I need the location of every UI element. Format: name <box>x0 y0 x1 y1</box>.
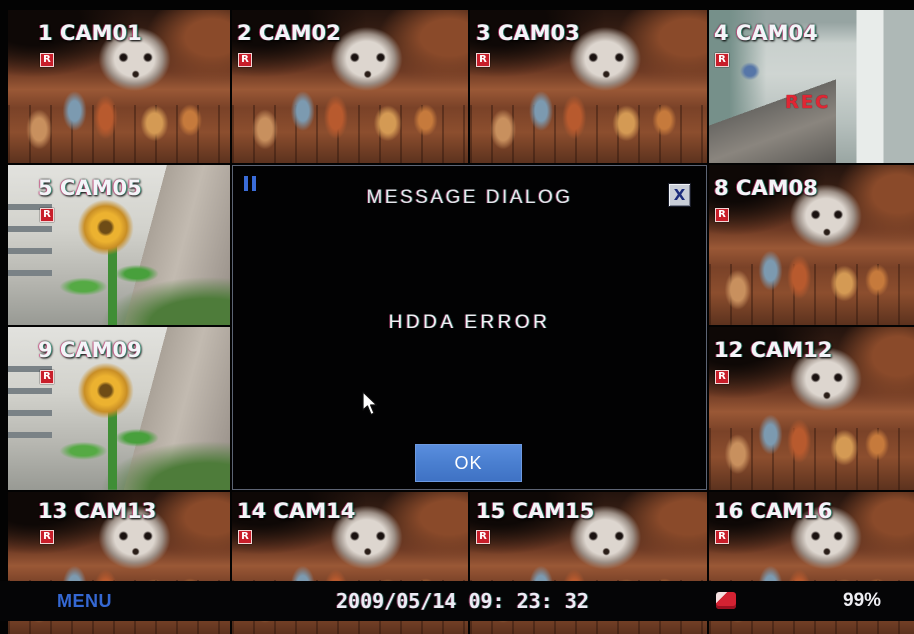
hdd-icon <box>716 592 736 609</box>
status-bar: MENU 2009/05/14 09: 23: 32 99% <box>0 581 914 621</box>
camera-tile-2[interactable]: 2 CAM02 R <box>232 10 468 163</box>
record-badge: R <box>40 208 54 222</box>
record-badge: R <box>715 53 729 67</box>
record-badge: R <box>40 370 54 384</box>
camera-label: 13 CAM13 <box>38 499 157 523</box>
camera-label: 2 CAM02 <box>237 21 341 45</box>
record-badge: R <box>238 53 252 67</box>
camera-label: 9 CAM09 <box>38 338 142 362</box>
camera-label: 14 CAM14 <box>237 499 356 523</box>
camera-tile-4[interactable]: 4 CAM04 R REC <box>709 10 914 163</box>
camera-label: 16 CAM16 <box>714 499 833 523</box>
close-button[interactable]: X <box>668 183 691 207</box>
record-badge: R <box>715 530 729 544</box>
record-badge: R <box>476 53 490 67</box>
camera-label: 8 CAM08 <box>714 176 818 200</box>
camera-tile-3[interactable]: 3 CAM03 R <box>470 10 707 163</box>
camera-tile-5[interactable]: 5 CAM05 R <box>8 165 230 325</box>
record-badge: R <box>40 53 54 67</box>
record-badge: R <box>715 208 729 222</box>
message-dialog: MESSAGE DIALOG X HDDA ERROR OK <box>232 165 707 490</box>
record-badge: R <box>715 370 729 384</box>
camera-label: 15 CAM15 <box>476 499 595 523</box>
ok-button[interactable]: OK <box>415 444 522 482</box>
camera-tile-12[interactable]: 12 CAM12 R <box>709 327 914 490</box>
dialog-title: MESSAGE DIALOG <box>366 187 573 208</box>
rec-overlay: REC <box>785 92 831 113</box>
hdd-usage: 99% <box>843 590 882 611</box>
camera-label: 12 CAM12 <box>714 338 833 362</box>
datetime-display: 2009/05/14 09: 23: 32 <box>336 589 589 613</box>
dialog-message: HDDA ERROR <box>388 312 551 333</box>
camera-tile-8[interactable]: 8 CAM08 R <box>709 165 914 325</box>
record-badge: R <box>476 530 490 544</box>
camera-label: 4 CAM04 <box>714 21 818 45</box>
mouse-cursor-icon <box>362 391 378 416</box>
camera-label: 3 CAM03 <box>476 21 580 45</box>
camera-label: 5 CAM05 <box>38 176 142 200</box>
camera-tile-9[interactable]: 9 CAM09 R <box>8 327 230 490</box>
record-badge: R <box>40 530 54 544</box>
camera-label: 1 CAM01 <box>38 21 142 45</box>
camera-tile-1[interactable]: 1 CAM01 R <box>8 10 230 163</box>
menu-button[interactable]: MENU <box>57 591 112 611</box>
record-badge: R <box>238 530 252 544</box>
